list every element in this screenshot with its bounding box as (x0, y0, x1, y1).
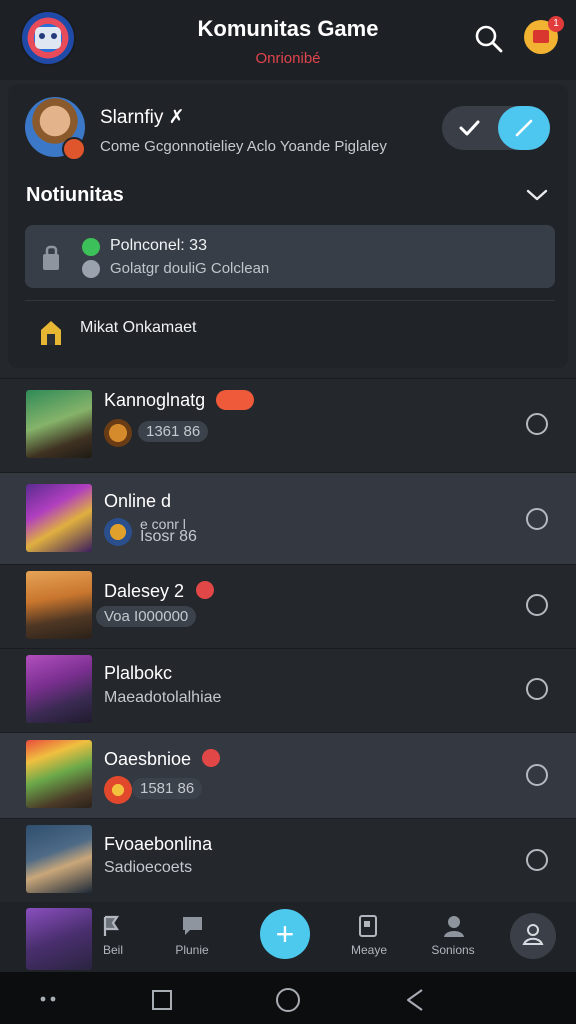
game-title: Online d (104, 491, 172, 511)
select-radio[interactable] (526, 764, 548, 786)
check-icon (456, 116, 484, 140)
profile-name: Slarnfiy ✗ (100, 107, 185, 128)
game-stats: Voa I000000 (96, 606, 197, 627)
back-icon[interactable] (402, 986, 428, 1014)
alert-badge (196, 581, 214, 599)
select-radio[interactable] (526, 413, 548, 435)
game-thumbnail (26, 740, 92, 808)
alert-badge (202, 749, 220, 767)
game-title: Fvoaebonlina (104, 834, 213, 854)
player-avatar (104, 518, 132, 546)
game-stats: Isosr 86 (140, 528, 197, 545)
player-avatar (104, 419, 132, 447)
profile-button[interactable] (510, 913, 556, 959)
game-thumbnail (26, 571, 92, 639)
lock-icon (40, 244, 64, 272)
game-subtitle: Sadioecoets (104, 859, 193, 876)
game-thumbnail (26, 390, 92, 458)
person-icon[interactable] (441, 913, 467, 939)
chat-icon[interactable] (180, 914, 206, 938)
game-thumbnail (26, 484, 92, 552)
game-subtitle: Maeadotolalhiae (104, 689, 222, 706)
online-status-icon (82, 238, 100, 256)
profile-description: Come Gcgonnotieliey Aclo Yoande Piglaley (100, 138, 387, 155)
flag-icon[interactable] (100, 914, 124, 938)
pencil-icon (515, 119, 533, 137)
game-stats: 1361 86 (138, 421, 209, 442)
game-title: Oaesbnioe (104, 749, 192, 769)
search-icon[interactable] (474, 24, 504, 54)
notice-title: Polnconel: 33 (110, 237, 207, 254)
toggle-knob[interactable] (498, 106, 550, 150)
select-radio[interactable] (526, 678, 548, 700)
chevron-down-icon[interactable] (526, 186, 548, 204)
menu-dots-icon[interactable] (38, 990, 60, 1008)
nav-label-plunie[interactable]: Plunie (157, 943, 227, 957)
market-link[interactable]: Mikat Onkamaet (80, 319, 196, 337)
nav-label-sonions[interactable]: Sonions (418, 943, 488, 957)
notice-card[interactable] (25, 225, 555, 288)
game-title: Plalbokc (104, 663, 173, 683)
notification-badge: 1 (548, 16, 564, 32)
game-thumbnail (26, 655, 92, 723)
game-title: Kannoglnatg (104, 390, 206, 410)
notice-subtitle: Golatgr douliG Colclean (110, 260, 270, 277)
game-title: Dalesey 2 (104, 581, 185, 601)
user-icon (522, 924, 544, 945)
game-stats: 1581 86 (132, 778, 203, 799)
select-radio[interactable] (526, 849, 548, 871)
status-badge (216, 390, 254, 410)
nav-label-beil[interactable]: Beil (78, 943, 148, 957)
bell-icon (533, 30, 549, 43)
book-icon[interactable] (356, 913, 382, 939)
plus-icon: + (275, 916, 295, 952)
game-thumbnail (26, 825, 92, 893)
player-avatar (104, 776, 132, 804)
select-radio[interactable] (526, 508, 548, 530)
market-icon (38, 318, 64, 348)
recents-icon[interactable] (150, 988, 174, 1012)
divider (25, 300, 555, 301)
game-thumbnail[interactable] (26, 908, 92, 970)
avatar-status-badge (62, 137, 86, 161)
home-icon[interactable] (274, 986, 302, 1014)
section-title: Notiunitas (26, 184, 124, 206)
nav-label-meaye[interactable]: Meaye (334, 943, 404, 957)
select-radio[interactable] (526, 594, 548, 616)
group-icon (82, 260, 100, 278)
